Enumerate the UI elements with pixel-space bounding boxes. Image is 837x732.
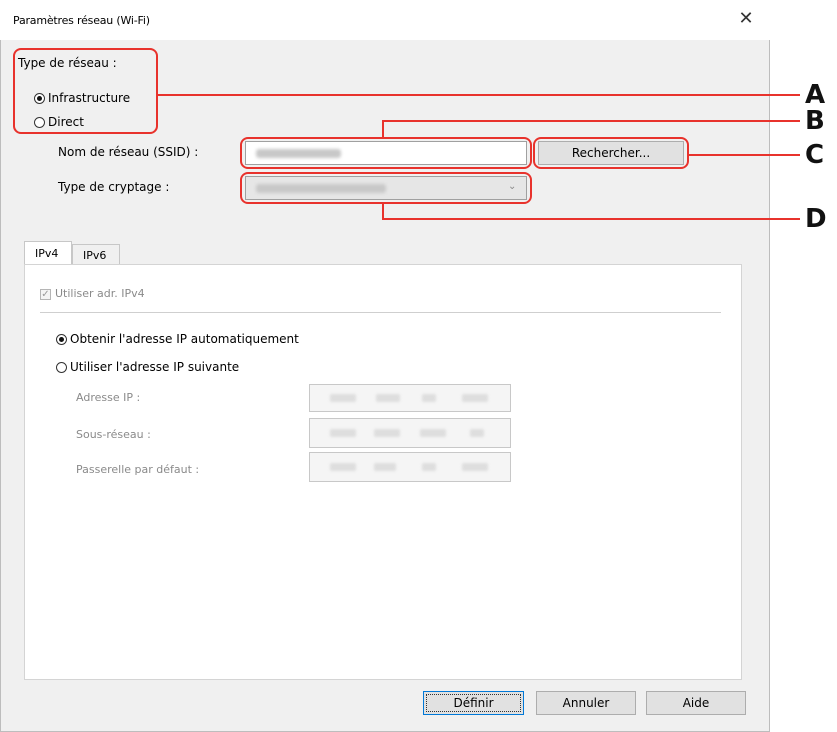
tab-ipv6[interactable]: IPv6 [72,244,120,265]
subnet-label: Sous-réseau : [76,428,151,441]
use-ipv4-label: Utiliser adr. IPv4 [55,287,145,300]
radio-use-following-label: Utiliser l'adresse IP suivante [70,360,240,374]
callout-line-a [158,94,800,96]
tab-ipv6-label: IPv6 [83,249,107,262]
callout-line-c [689,154,800,156]
tab-ipv4[interactable]: IPv4 [24,241,72,265]
define-button[interactable]: Définir [423,691,524,715]
radio-obtain-auto-dot[interactable] [56,334,67,345]
callout-line-d [382,218,800,220]
radio-infrastructure[interactable]: Infrastructure [34,91,154,107]
search-highlight [533,137,689,169]
window-title: Paramètres réseau (Wi-Fi) [13,14,150,27]
ssid-highlight [240,137,532,169]
radio-direct-label: Direct [48,115,84,129]
radio-direct[interactable]: Direct [34,115,134,131]
gateway-label: Passerelle par défaut : [76,463,200,476]
encryption-highlight [240,172,532,204]
radio-use-following-dot[interactable] [56,362,67,373]
network-type-label-text: Type de réseau : [18,56,117,70]
radio-infrastructure-dot[interactable] [34,93,45,104]
ip-address-label: Adresse IP : [76,391,141,404]
ssid-label: Nom de réseau (SSID) : [58,145,199,159]
tab-ipv4-label: IPv4 [35,247,59,260]
help-button[interactable]: Aide [646,691,746,715]
radio-infrastructure-label: Infrastructure [48,91,131,105]
close-icon[interactable]: ✕ [735,8,757,30]
encryption-label: Type de cryptage : [58,180,170,194]
use-ipv4-checkbox[interactable]: ✓ [40,289,51,300]
ip-address-field [309,384,511,412]
callout-d: D [805,204,827,234]
callout-c: C [805,140,825,170]
callout-b: B [805,106,825,136]
radio-obtain-auto[interactable]: Obtenir l'adresse IP automatiquement [56,332,346,348]
cancel-button[interactable]: Annuler [536,691,636,715]
callout-line-b [382,120,800,122]
radio-use-following[interactable]: Utiliser l'adresse IP suivante [56,360,296,376]
subnet-field [309,418,511,448]
callout-line-b-vert [382,120,384,138]
radio-obtain-auto-label: Obtenir l'adresse IP automatiquement [70,332,299,346]
network-type-label: Type de réseau : [18,56,117,70]
gateway-field [309,452,511,482]
radio-direct-dot[interactable] [34,117,45,128]
divider [40,312,721,313]
